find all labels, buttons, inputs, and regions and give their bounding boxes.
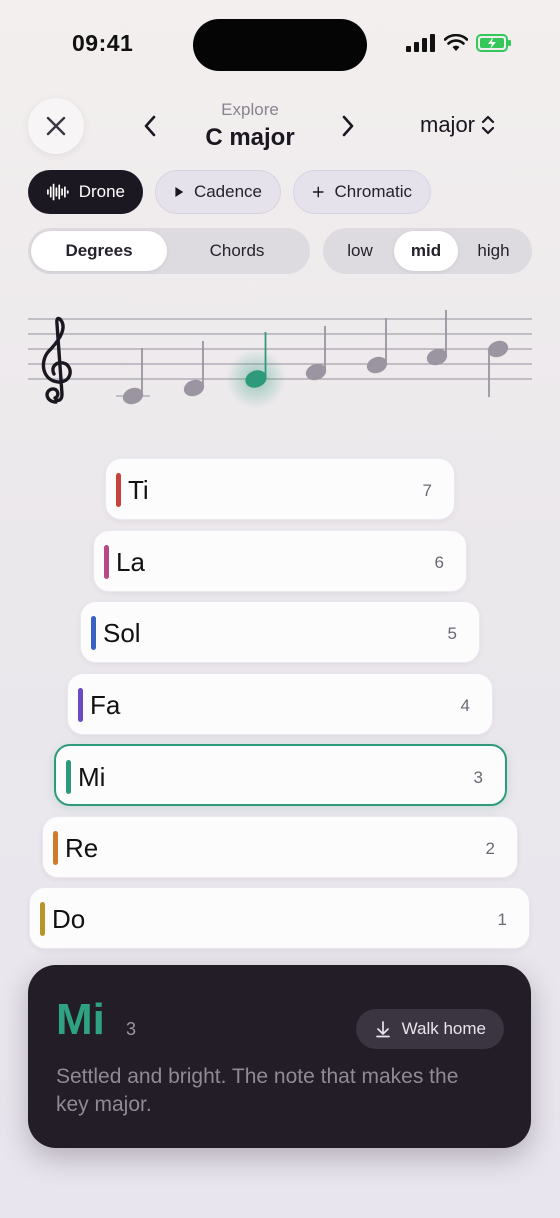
cadence-label: Cadence xyxy=(193,182,262,201)
degree-color-bar xyxy=(78,688,83,722)
treble-clef-icon xyxy=(41,316,72,404)
segment-chords[interactable]: Chords xyxy=(167,231,307,271)
register-segmented-control: low mid high xyxy=(323,228,532,274)
degree-name: Mi xyxy=(78,762,106,792)
degree-color-bar xyxy=(116,473,121,507)
view-segmented-control: Degrees Chords xyxy=(28,228,310,274)
close-icon xyxy=(46,116,66,136)
detail-description: Settled and bright. The note that makes … xyxy=(56,1065,459,1116)
chevron-left-icon xyxy=(144,115,156,137)
segment-high[interactable]: high xyxy=(458,231,529,271)
mode-select[interactable]: major xyxy=(420,112,495,138)
degree-color-bar xyxy=(104,545,109,579)
degree-name: Fa xyxy=(90,690,121,720)
degree-color-bar xyxy=(53,831,58,865)
degree-name: Do xyxy=(52,904,86,934)
chevron-up-down-icon xyxy=(481,115,495,135)
degree-row-sol[interactable]: Sol 5 xyxy=(80,601,480,663)
status-icons xyxy=(406,34,512,52)
degree-number: 3 xyxy=(473,768,483,787)
drone-label: Drone xyxy=(78,182,125,201)
degree-color-bar xyxy=(66,760,71,794)
degree-name: Sol xyxy=(103,618,141,648)
degree-detail-card: Mi 3 Walk home Settled and bright. The n… xyxy=(28,965,531,1148)
cadence-button[interactable]: Cadence xyxy=(155,170,281,214)
key-title: C major xyxy=(205,124,295,151)
arrow-down-icon xyxy=(375,1021,390,1038)
waveform-icon xyxy=(47,183,69,201)
degree-row-la[interactable]: La 6 xyxy=(93,530,467,592)
degree-row-mi[interactable]: Mi 3 xyxy=(54,744,507,806)
chromatic-button[interactable]: Chromatic xyxy=(293,170,431,214)
dynamic-island xyxy=(193,19,367,71)
detail-degree-name: Mi xyxy=(56,995,105,1044)
drone-toggle[interactable]: Drone xyxy=(28,170,143,214)
degree-row-re[interactable]: Re 2 xyxy=(42,816,518,878)
staff-note-ti xyxy=(487,340,509,397)
degree-color-bar xyxy=(40,902,45,936)
staff-note-do xyxy=(122,348,144,405)
wifi-icon xyxy=(444,34,468,51)
degree-number: 4 xyxy=(460,696,470,715)
staff-note-sol xyxy=(366,318,388,374)
degree-name: Re xyxy=(65,833,99,863)
degree-number: 7 xyxy=(422,481,432,500)
degree-number: 5 xyxy=(447,624,457,643)
walk-home-label: Walk home xyxy=(401,1019,486,1038)
segment-low[interactable]: low xyxy=(326,231,394,271)
walk-home-button[interactable]: Walk home xyxy=(355,1009,504,1049)
degree-row-do[interactable]: Do 1 xyxy=(29,887,530,949)
music-staff xyxy=(28,310,532,409)
status-time: 09:41 xyxy=(72,30,134,56)
degree-row-ti[interactable]: Ti 7 xyxy=(105,458,455,520)
degree-row-fa[interactable]: Fa 4 xyxy=(67,673,493,735)
next-key-button[interactable] xyxy=(334,112,362,140)
cellular-signal-icon xyxy=(406,34,435,52)
degree-name: La xyxy=(116,547,145,577)
segment-mid[interactable]: mid xyxy=(394,231,458,271)
chevron-right-icon xyxy=(342,115,354,137)
degree-number: 1 xyxy=(497,910,507,929)
close-button[interactable] xyxy=(28,98,84,154)
play-icon xyxy=(175,187,184,197)
degree-number: 6 xyxy=(434,553,444,572)
degree-color-bar xyxy=(91,616,96,650)
degree-number: 2 xyxy=(485,839,495,858)
plus-icon xyxy=(312,186,324,198)
segment-degrees[interactable]: Degrees xyxy=(31,231,167,271)
chromatic-label: Chromatic xyxy=(334,182,412,201)
detail-degree-number: 3 xyxy=(126,1019,137,1039)
degree-name: Ti xyxy=(128,475,149,505)
header-subtitle: Explore xyxy=(221,100,279,119)
mode-select-label: major xyxy=(420,112,476,137)
battery-charging-icon xyxy=(476,34,511,52)
